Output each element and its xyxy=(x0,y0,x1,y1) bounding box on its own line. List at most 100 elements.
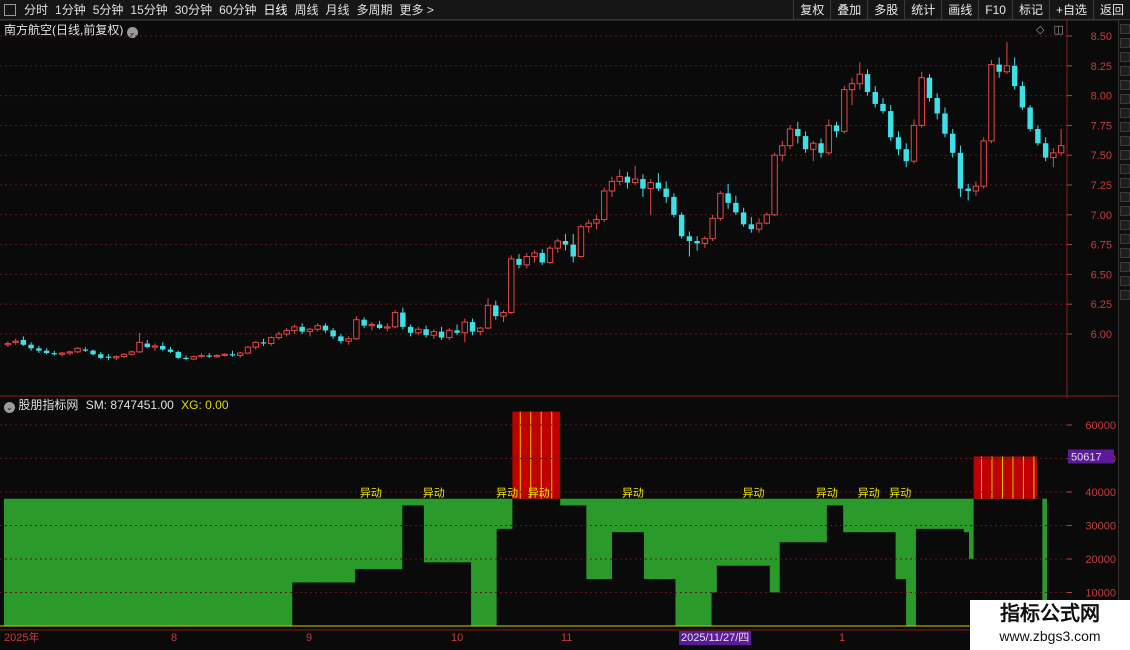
candle-body xyxy=(500,312,507,317)
price-tick-label: 8.00 xyxy=(1091,91,1112,103)
candle-body xyxy=(593,219,600,224)
candle-body xyxy=(415,328,422,334)
candle-body xyxy=(786,128,794,147)
side-tab-icon[interactable] xyxy=(1120,234,1130,244)
indicator-bar xyxy=(921,528,928,626)
collapse-icon[interactable]: ⌄ xyxy=(4,402,15,413)
indicator-bar xyxy=(627,532,634,626)
indicator-alert-bar xyxy=(554,411,561,499)
date-label: 11 xyxy=(561,632,573,644)
indicator-bar xyxy=(884,532,891,626)
candle-body xyxy=(4,343,12,346)
indicator-bar xyxy=(915,528,922,626)
indicator-bar xyxy=(549,498,555,626)
indicator-bar xyxy=(957,528,964,626)
side-tab-icon[interactable] xyxy=(1120,248,1130,258)
side-tab-icon[interactable] xyxy=(1120,192,1130,202)
indicator-bar xyxy=(648,579,655,626)
side-tab-icon[interactable] xyxy=(1120,38,1130,48)
indicator-bar xyxy=(795,542,802,626)
indicator-bar xyxy=(391,569,398,626)
side-tab-icon[interactable] xyxy=(1120,122,1130,132)
candle-body xyxy=(291,326,298,331)
candle-body xyxy=(128,351,135,355)
side-tab-icon[interactable] xyxy=(1120,108,1130,118)
indicator-alert-bar xyxy=(528,411,534,499)
indicator-bar xyxy=(868,532,875,626)
indicator-bar xyxy=(528,498,534,626)
indicator-bar xyxy=(454,562,461,626)
candle-body xyxy=(314,325,321,330)
candle-body xyxy=(338,336,344,342)
candle-body xyxy=(577,226,585,258)
side-tab-icon[interactable] xyxy=(1120,220,1130,230)
side-tab-icon[interactable] xyxy=(1120,80,1130,90)
candle-body xyxy=(655,182,662,189)
candle-body xyxy=(957,152,964,189)
price-tick-label: 6.50 xyxy=(1091,269,1112,281)
indicator-bar xyxy=(344,582,351,626)
side-tab-icon[interactable] xyxy=(1120,94,1130,104)
candle-body xyxy=(570,244,576,257)
indicator-bar xyxy=(465,562,472,626)
candle-body xyxy=(206,355,212,357)
candle-body xyxy=(98,354,104,358)
candle-body xyxy=(267,337,275,345)
indicator-alert-bar xyxy=(973,456,980,499)
side-tab-icon[interactable] xyxy=(1120,52,1130,62)
side-tab-icon[interactable] xyxy=(1120,276,1130,286)
date-axis: 2025/11/27/四 2025年 8 9 10 11 1 xyxy=(0,630,1118,650)
candle-body xyxy=(58,352,66,355)
indicator-bar xyxy=(439,562,445,626)
signal-label: 异动 xyxy=(496,487,518,500)
side-tab-icon[interactable] xyxy=(1120,290,1130,300)
indicator-bar xyxy=(496,528,503,626)
side-tab-icon[interactable] xyxy=(1120,164,1130,174)
candle-body xyxy=(631,178,639,184)
candle-body xyxy=(236,352,244,356)
side-tab-icon[interactable] xyxy=(1120,66,1130,76)
indicator-bar xyxy=(543,498,550,626)
candle-body xyxy=(647,182,654,190)
indicator-tick-label: 60000 xyxy=(1085,420,1116,432)
candle-body xyxy=(624,176,631,183)
signal-label: 异动 xyxy=(528,487,550,500)
candle-body xyxy=(942,113,948,134)
candlestick-chart[interactable]: 6.00 6.25 6.50 6.75 7.00 7.25 7.50 7.75 8.00 8.25… xyxy=(0,0,1118,398)
indicator-bar xyxy=(554,498,561,626)
candle-body xyxy=(910,124,918,162)
candle-body xyxy=(20,339,27,345)
indicator-alert-bar xyxy=(1015,456,1022,499)
candle-body xyxy=(66,351,74,354)
side-tab-icon[interactable] xyxy=(1120,262,1130,272)
candle-body xyxy=(1057,145,1065,154)
candle-body xyxy=(400,312,406,327)
side-tab-icon[interactable] xyxy=(1120,150,1130,160)
watermark-title: 指标公式网 xyxy=(1000,603,1100,625)
candle-body xyxy=(694,241,700,244)
sm-value: 8747451.00 xyxy=(110,398,174,412)
candle-body xyxy=(709,217,716,240)
candle-body xyxy=(461,321,469,334)
indicator-bar xyxy=(779,542,786,626)
indicator-bar xyxy=(297,582,304,626)
side-tab-icon[interactable] xyxy=(1120,178,1130,188)
side-tab-icon[interactable] xyxy=(1120,136,1130,146)
indicator-bar xyxy=(847,532,854,626)
right-side-strip[interactable] xyxy=(1118,20,1130,630)
side-tab-icon[interactable] xyxy=(1120,206,1130,216)
candle-body xyxy=(376,324,383,329)
indicator-tick-label: 10000 xyxy=(1085,588,1116,600)
watermark-url: www.zbgs3.com xyxy=(999,628,1101,644)
indicator-bar xyxy=(617,532,624,626)
side-tab-icon[interactable] xyxy=(1120,24,1130,34)
indicator-bar xyxy=(538,498,545,626)
indicator-bar xyxy=(853,532,859,626)
candle-body xyxy=(733,202,739,213)
indicator-bar xyxy=(376,569,382,626)
candle-body xyxy=(539,252,545,263)
indicator-bar xyxy=(753,565,760,626)
indicator-bar xyxy=(323,582,330,626)
indicator-tick-label: 40000 xyxy=(1085,487,1116,499)
cursor-date: 2025/11/27/四 xyxy=(679,631,752,645)
